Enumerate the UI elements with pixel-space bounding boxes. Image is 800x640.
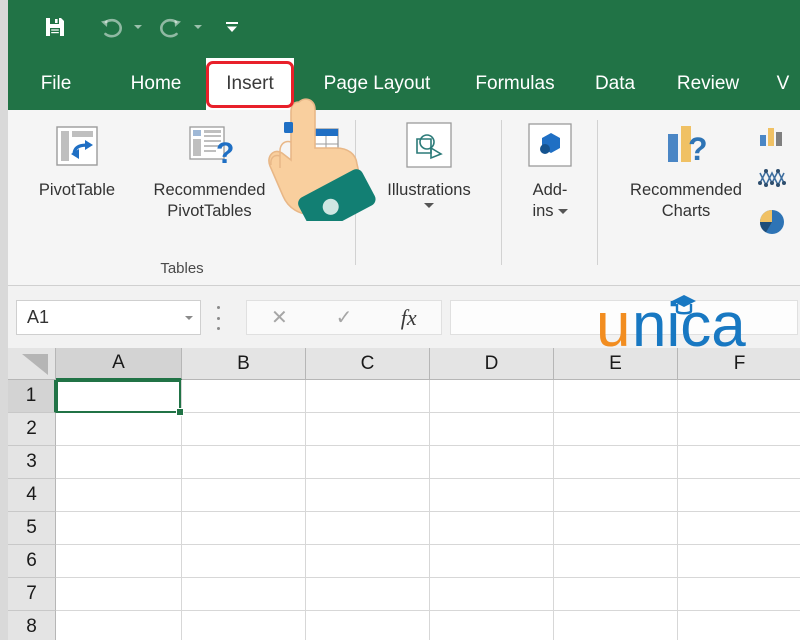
pivottable-icon	[53, 118, 101, 174]
gridline	[305, 380, 306, 640]
formula-bar-actions: ✕ ✓ fx	[246, 300, 442, 335]
gridline	[181, 380, 182, 640]
save-icon[interactable]	[40, 12, 70, 42]
gridline	[677, 380, 678, 640]
tab-view[interactable]: V	[768, 58, 798, 110]
recommended-pivottables-button[interactable]: ? Recommended PivotTables	[132, 118, 287, 222]
redo-icon[interactable]	[156, 12, 186, 42]
name-box[interactable]: A1	[16, 300, 201, 335]
ribbon-group-illustrations: Illustrations	[356, 110, 502, 285]
formula-input[interactable]	[450, 300, 798, 335]
gridline	[56, 544, 800, 545]
ribbon-tab-strip: File Home Insert Page Layout Formulas Da…	[8, 58, 800, 110]
pivottable-button[interactable]: PivotTable	[22, 118, 132, 201]
ribbon-group-tables: PivotTable ? Recommen	[8, 110, 356, 285]
illustrations-chevron-down-icon[interactable]	[424, 203, 434, 208]
tab-insert[interactable]: Insert	[206, 58, 294, 110]
gridline	[553, 380, 554, 640]
insert-function-icon[interactable]: fx	[376, 301, 441, 334]
tab-data[interactable]: Data	[584, 58, 646, 110]
column-header-b[interactable]: B	[182, 348, 306, 380]
column-headers: A B C D E F	[56, 348, 800, 380]
undo-icon[interactable]	[96, 12, 126, 42]
gridline	[56, 610, 800, 611]
illustrations-label: Illustrations	[387, 180, 470, 201]
column-header-f[interactable]: F	[678, 348, 800, 380]
tab-page-layout[interactable]: Page Layout	[306, 58, 448, 110]
pivottable-label: PivotTable	[39, 180, 115, 201]
add-ins-chevron-down-icon[interactable]	[558, 209, 568, 214]
ribbon-group-charts: ? Recommended Charts	[598, 110, 800, 285]
column-header-d[interactable]: D	[430, 348, 554, 380]
formula-bar: A1 ✕ ✓ fx	[8, 286, 800, 349]
tab-formulas[interactable]: Formulas	[460, 58, 570, 110]
svg-text:?: ?	[688, 131, 708, 167]
ribbon-group-add-ins: Add- ins	[502, 110, 598, 285]
ribbon-content: PivotTable ? Recommen	[8, 110, 800, 286]
recommended-pivottables-label: Recommended PivotTables	[154, 180, 266, 222]
name-box-value: A1	[17, 307, 178, 328]
formula-bar-expand-handle[interactable]	[213, 306, 223, 330]
recommended-charts-button[interactable]: ? Recommended Charts	[616, 118, 756, 222]
add-ins-button[interactable]: Add- ins	[510, 118, 590, 222]
select-all-icon[interactable]	[8, 348, 56, 380]
redo-dropdown-chevron-down-icon[interactable]	[190, 12, 206, 42]
illustrations-icon	[401, 118, 457, 174]
column-chart-icon[interactable]	[757, 124, 787, 153]
ribbon-group-tables-label: Tables	[8, 260, 356, 277]
gridline	[56, 577, 800, 578]
enter-icon[interactable]: ✓	[312, 301, 377, 334]
chart-type-buttons	[750, 124, 794, 241]
row-header-6[interactable]: 6	[8, 545, 56, 578]
gridline	[429, 380, 430, 640]
excel-window: File Home Insert Page Layout Formulas Da…	[0, 0, 800, 640]
row-header-8[interactable]: 8	[8, 611, 56, 640]
row-header-1[interactable]: 1	[8, 380, 56, 413]
cancel-icon[interactable]: ✕	[247, 301, 312, 334]
cell-area[interactable]	[56, 380, 800, 640]
add-ins-label: Add- ins	[532, 180, 567, 222]
active-cell-a1[interactable]	[56, 380, 181, 413]
quick-access-toolbar	[8, 0, 800, 58]
column-header-e[interactable]: E	[554, 348, 678, 380]
illustrations-button[interactable]: Illustrations	[366, 118, 492, 208]
recommended-charts-label: Recommended Charts	[630, 180, 742, 222]
recommended-charts-icon: ?	[658, 118, 714, 174]
undo-dropdown-chevron-down-icon[interactable]	[130, 12, 146, 42]
table-button[interactable]: Table	[285, 118, 355, 201]
gridline	[56, 478, 800, 479]
name-box-chevron-down-icon[interactable]	[178, 316, 200, 320]
svg-text:?: ?	[216, 137, 234, 169]
row-header-5[interactable]: 5	[8, 512, 56, 545]
row-header-4[interactable]: 4	[8, 479, 56, 512]
tab-home[interactable]: Home	[112, 58, 200, 110]
tab-review[interactable]: Review	[662, 58, 754, 110]
row-header-7[interactable]: 7	[8, 578, 56, 611]
customize-toolbar-icon[interactable]	[223, 12, 241, 42]
fill-handle[interactable]	[176, 408, 184, 416]
recommended-pivottables-icon: ?	[186, 118, 234, 174]
add-ins-icon	[523, 118, 577, 174]
table-label: Table	[300, 180, 339, 201]
table-icon	[297, 118, 343, 174]
row-header-2[interactable]: 2	[8, 413, 56, 446]
tab-file[interactable]: File	[28, 58, 84, 110]
line-scatter-chart-icon[interactable]	[757, 165, 787, 196]
row-header-3[interactable]: 3	[8, 446, 56, 479]
column-header-a[interactable]: A	[56, 348, 182, 380]
row-headers: 1 2 3 4 5 6 7 8	[8, 380, 56, 640]
pie-chart-icon[interactable]	[758, 208, 786, 241]
gridline	[56, 511, 800, 512]
column-header-c[interactable]: C	[306, 348, 430, 380]
worksheet-grid: A B C D E F 1 2 3 4 5 6 7 8	[8, 348, 800, 640]
gridline	[56, 445, 800, 446]
